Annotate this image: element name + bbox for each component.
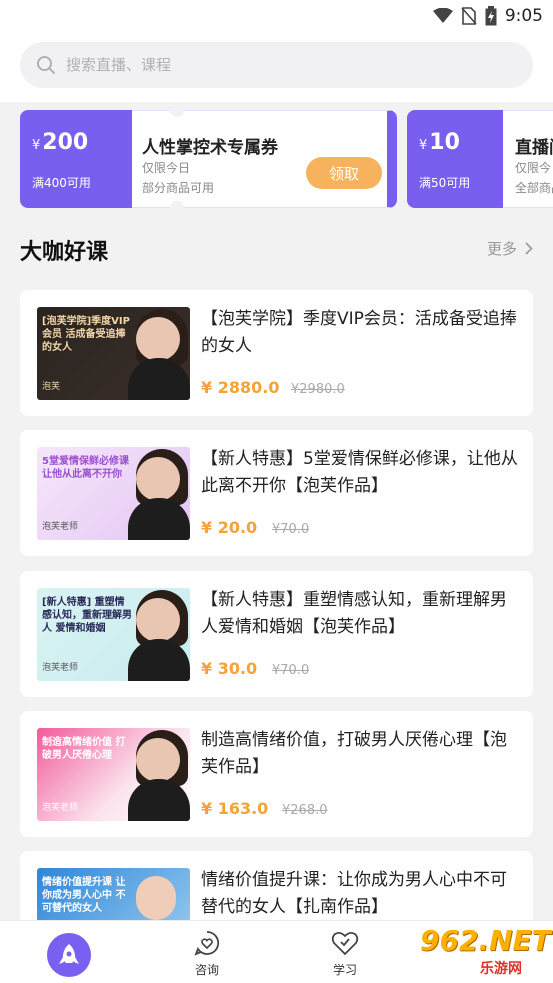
thumb-caption: 5堂爱情保鲜必修课 让他从此离不开你: [42, 456, 129, 480]
coupon-validity: 仅限今日: [515, 161, 553, 175]
coupon-notch: [170, 201, 184, 208]
course-original-price: ¥2980.0: [291, 382, 345, 397]
course-original-price: ¥268.0: [282, 803, 328, 818]
course-thumbnail: 5堂爱情保鲜必修课 让他从此离不开你 泡芙老师: [37, 447, 190, 540]
thumb-figure: [136, 738, 180, 782]
home-active-indicator: [47, 933, 91, 977]
course-title: 情绪价值提升课：让你成为男人心中不可替代的女人【扎南作品】: [201, 870, 507, 917]
no-sim-icon: [461, 7, 477, 25]
search-input[interactable]: [66, 42, 506, 88]
watermark-site-name: 乐游网: [480, 961, 522, 977]
course-thumbnail: [泡芙学院]季度VIP会员 活成备受追捧的女人 泡芙: [37, 307, 190, 400]
course-title: 【新人特惠】重塑情感认知，重新理解男人爱情和婚姻【泡芙作品】: [201, 590, 507, 637]
chat-heart-icon: [194, 931, 220, 956]
chevron-right-icon: [525, 242, 533, 255]
course-thumbnail: [新人特惠] 重塑情感认知，重新理解男人 爱情和婚姻 泡芙老师: [37, 588, 190, 681]
coupon-detail-panel: 人性掌控术专属券 仅限今日 部分商品可用 领取: [132, 110, 397, 208]
thumb-figure: [136, 457, 180, 501]
course-original-price: ¥70.0: [272, 522, 310, 537]
section-header: 大咖好课 更多: [20, 228, 533, 268]
coupon-card[interactable]: ¥10 满50可用 直播间 仅限今日 全部商品: [407, 110, 553, 208]
coupon-condition: 满400可用: [32, 176, 91, 190]
thumb-caption: [泡芙学院]季度VIP会员 活成备受追捧的女人: [42, 316, 130, 353]
rocket-icon: [59, 944, 79, 964]
coupon-value-panel: ¥200 满400可用: [20, 110, 132, 208]
course-title: 制造高情绪价值，打破男人厌倦心理【泡芙作品】: [201, 730, 507, 777]
more-label: 更多: [486, 240, 517, 258]
course-card[interactable]: 制造高情绪价值 打破男人厌倦心理 泡芙老师 制造高情绪价值，打破男人厌倦心理【泡…: [20, 711, 533, 837]
coupon-title: 人性掌控术专属券: [142, 138, 278, 158]
course-price: ¥ 30.0: [201, 659, 258, 678]
nav-item-consult[interactable]: 咨询: [157, 921, 257, 983]
thumb-sub: 泡芙老师: [42, 522, 79, 532]
nav-item-home[interactable]: [20, 921, 120, 983]
course-original-price: ¥70.0: [272, 663, 310, 678]
heart-book-icon: [331, 931, 359, 956]
wifi-icon: [432, 8, 453, 23]
nav-label: 学习: [332, 963, 357, 977]
course-card[interactable]: [泡芙学院]季度VIP会员 活成备受追捧的女人 泡芙 【泡芙学院】季度VIP会员…: [20, 290, 533, 416]
coupon-validity: 仅限今日: [142, 161, 191, 175]
thumb-figure: [136, 876, 176, 920]
thumb-caption: 情绪价值提升课 让你成为男人心中 不可替代的女人: [42, 877, 126, 914]
course-title: 【泡芙学院】季度VIP会员：活成备受追捧的女人: [201, 309, 517, 356]
course-card[interactable]: 5堂爱情保鲜必修课 让他从此离不开你 泡芙老师 【新人特惠】5堂爱情保鲜必修课，…: [20, 430, 533, 556]
claim-button[interactable]: 领取: [306, 157, 382, 189]
thumb-sub: 泡芙: [42, 382, 61, 392]
more-link[interactable]: 更多: [487, 238, 533, 259]
coupon-card[interactable]: ¥200 满400可用 人性掌控术专属券 仅限今日 部分商品可用 领取: [20, 110, 397, 208]
course-title: 【新人特惠】5堂爱情保鲜必修课，让他从此离不开你【泡芙作品】: [201, 449, 518, 496]
coupon-condition: 满50可用: [419, 176, 471, 190]
nav-item-study[interactable]: 学习: [295, 921, 395, 983]
coupon-amount: ¥10: [419, 130, 460, 155]
section-title: 大咖好课: [20, 240, 109, 265]
status-time: 9:05: [504, 6, 543, 26]
status-bar: 9:05: [0, 0, 553, 32]
coupon-title: 直播间: [515, 138, 553, 158]
site-watermark: 962.NET 乐游网: [414, 918, 553, 978]
coupon-value-panel: ¥10 满50可用: [407, 110, 503, 208]
coupon-carousel[interactable]: ¥200 满400可用 人性掌控术专属券 仅限今日 部分商品可用 领取 ¥10 …: [0, 108, 553, 210]
course-price: ¥ 2880.0: [201, 378, 280, 397]
coupon-scope: 部分商品可用: [142, 181, 215, 195]
thumb-figure: [136, 598, 180, 642]
status-icons: 9:05: [432, 6, 543, 26]
coupon-detail-panel: 直播间 仅限今日 全部商品: [503, 110, 553, 208]
watermark-logo-text: 962.NET: [420, 924, 551, 957]
course-thumbnail: 制造高情绪价值 打破男人厌倦心理 泡芙老师: [37, 728, 190, 821]
thumb-sub: 泡芙老师: [42, 663, 79, 673]
thumb-caption: 制造高情绪价值 打破男人厌倦心理: [42, 737, 126, 761]
nav-label: 咨询: [194, 963, 219, 977]
thumb-figure: [136, 317, 180, 361]
search-icon: [37, 56, 55, 74]
battery-icon: [485, 6, 497, 26]
search-box[interactable]: [20, 42, 533, 88]
search-area: [0, 32, 553, 102]
thumb-caption: [新人特惠] 重塑情感认知，重新理解男人 爱情和婚姻: [42, 597, 132, 634]
course-price: ¥ 20.0: [201, 518, 258, 537]
course-card[interactable]: [新人特惠] 重塑情感认知，重新理解男人 爱情和婚姻 泡芙老师 【新人特惠】重塑…: [20, 571, 533, 697]
coupon-scope: 全部商品: [515, 181, 553, 195]
thumb-sub: 泡芙老师: [42, 803, 79, 813]
course-price: ¥ 163.0: [201, 799, 269, 818]
coupon-amount: ¥200: [32, 130, 89, 155]
